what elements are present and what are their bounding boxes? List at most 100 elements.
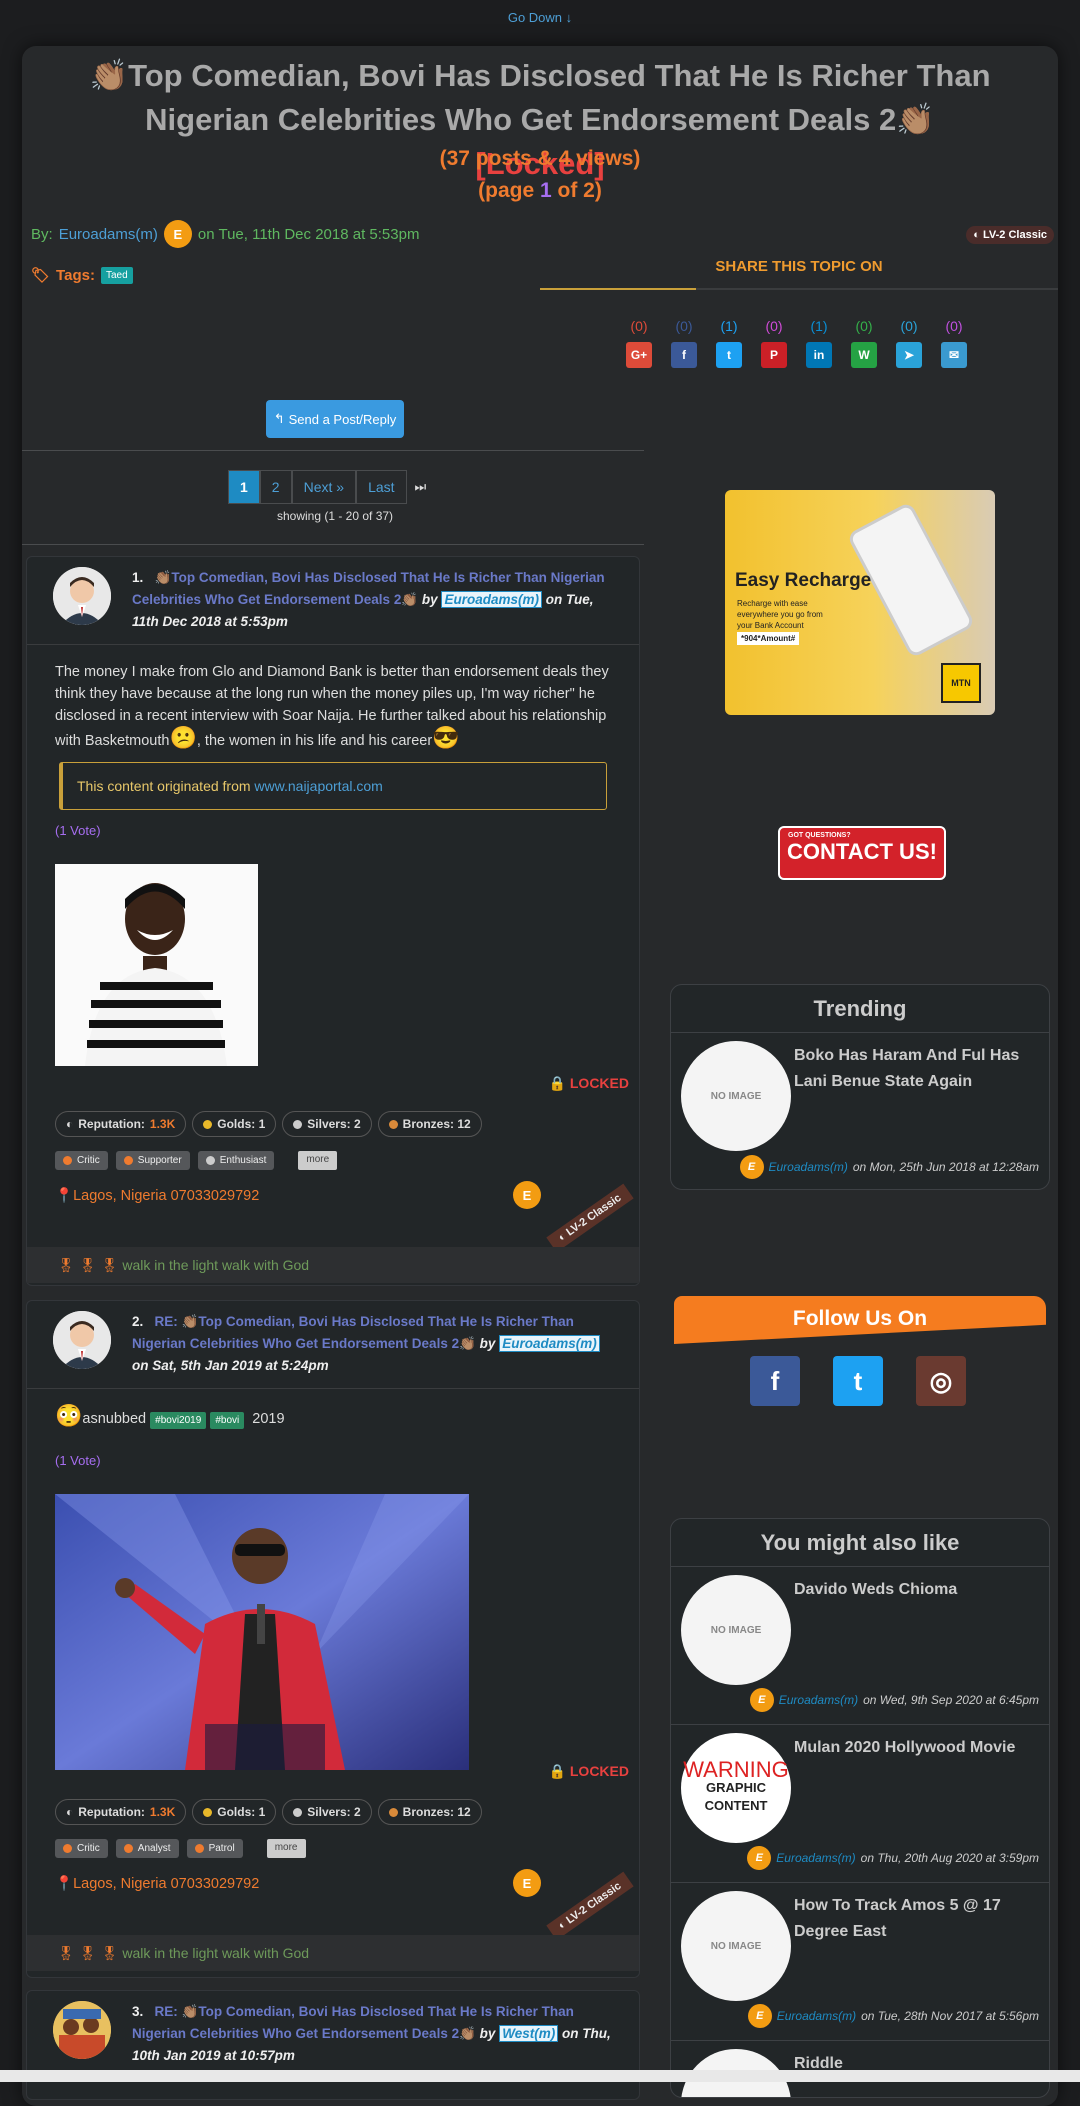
share-telegram[interactable]: (0) ➤ — [896, 318, 922, 368]
reputation-row: ◐ Reputation: 1.3K Golds: 1 Silvers: 2 Bro… — [55, 1111, 482, 1137]
user-avatar[interactable] — [53, 567, 111, 625]
emoji: 😕 — [169, 725, 197, 750]
widget-title: You might also like — [671, 1519, 1049, 1567]
last-page-button[interactable]: Last — [356, 470, 407, 504]
badges-row: Critic Analyst Patrol more — [55, 1839, 306, 1858]
contact-us-button[interactable]: GOT QUESTIONS? CONTACT US! — [778, 826, 946, 880]
location-pin-icon: 📍 — [55, 1876, 74, 1892]
related-item[interactable]: WARNING GRAPHIC CONTENT Mulan 2020 Holly… — [671, 1725, 1049, 1883]
next-page-button[interactable]: Next » — [291, 470, 357, 504]
post-body: The money I make from Glo and Diamond Ba… — [27, 645, 639, 1082]
locked-label: 🔒 LOCKED — [548, 1763, 629, 1779]
bronze-dot-icon — [388, 1807, 398, 1817]
showing-range: showing (1 - 20 of 37) — [276, 509, 394, 523]
post-title: 2. RE: 👏🏽Top Comedian, Bovi Has Disclose… — [132, 1311, 619, 1377]
shield-icon: ◐ — [66, 1805, 74, 1819]
google-plus-icon[interactable]: G+ — [626, 342, 652, 368]
avatar[interactable]: E — [747, 1846, 772, 1870]
author-link[interactable]: Euroadams(m) — [59, 226, 158, 243]
tags-icon: 🏷 — [31, 267, 51, 284]
medal-icon: 🎖 — [100, 1256, 119, 1273]
medal-icon: 🎖 — [57, 1256, 75, 1273]
facebook-icon[interactable]: f — [750, 1356, 800, 1406]
trending-item[interactable]: NO IMAGE Boko Has Haram And Ful Has Lani… — [671, 1033, 1049, 1189]
related-item[interactable]: NO IMAGE Davido Weds Chioma E Euroadams(… — [671, 1567, 1049, 1725]
linkedin-icon[interactable]: in — [806, 342, 832, 368]
share-count: (0) — [945, 318, 963, 334]
social-links: f t ◎ — [750, 1356, 966, 1406]
twitter-icon[interactable]: t — [833, 1356, 883, 1406]
go-down-link[interactable]: Go Down ↓ — [0, 10, 1080, 25]
share-twitter[interactable]: (1) t — [716, 318, 742, 368]
related-item-title[interactable]: Mulan 2020 Hollywood Movie — [794, 1735, 1039, 1761]
send-reply-button[interactable]: ↰ Send a Post/Reply — [266, 400, 404, 438]
related-item-title[interactable]: Davido Weds Chioma — [794, 1577, 1039, 1603]
post-3: 3. RE: 👏🏽Top Comedian, Bovi Has Disclose… — [26, 1990, 640, 2100]
share-email[interactable]: (0) ✉ — [941, 318, 967, 368]
facebook-icon[interactable]: f — [671, 342, 697, 368]
related-item[interactable]: NO IMAGE How To Track Amos 5 @ 17 Degree… — [671, 1883, 1049, 2041]
topic-byline: By: Euroadams(m) E on Tue, 11th Dec 2018… — [31, 220, 419, 248]
share-facebook[interactable]: (0) f — [671, 318, 697, 368]
gold-dot-icon — [203, 1807, 213, 1817]
tag-chip[interactable]: Taed — [100, 266, 133, 284]
share-count: (0) — [630, 318, 648, 334]
reputation-chip: ◐ Reputation: 1.3K — [55, 1111, 187, 1137]
post-author[interactable]: Euroadams(m) — [441, 591, 542, 608]
avatar[interactable]: E — [749, 1688, 774, 1712]
vote-count[interactable]: (1 Vote) — [55, 820, 611, 842]
bronze-dot-icon — [388, 1119, 398, 1129]
instagram-icon[interactable]: ◎ — [916, 1356, 966, 1406]
skip-end-icon[interactable]: ⏭ — [415, 470, 427, 504]
divider — [22, 450, 644, 451]
share-linkedin[interactable]: (1) in — [806, 318, 832, 368]
post-image — [55, 864, 258, 1066]
whatsapp-icon[interactable]: W — [851, 342, 877, 368]
pinterest-icon[interactable]: P — [761, 342, 787, 368]
share-count: (1) — [810, 318, 828, 334]
post-body: 😳asnubbed #bovi2019 #bovi 2019 (1 Vote) — [27, 1389, 639, 1786]
share-whatsapp[interactable]: (0) W — [851, 318, 877, 368]
related-item-title[interactable]: How To Track Amos 5 @ 17 Degree East — [794, 1893, 1039, 1945]
badge: Analyst — [115, 1839, 179, 1858]
share-google-plus[interactable]: (0) G+ — [626, 318, 652, 368]
medal-icon: 🎖 — [78, 1944, 97, 1961]
twitter-icon[interactable]: t — [716, 342, 742, 368]
lock-icon: 🔒 — [548, 1763, 566, 1779]
avatar[interactable]: E — [513, 1181, 541, 1209]
more-badges-button[interactable]: more — [298, 1151, 338, 1170]
silvers-chip: Silvers: 2 — [282, 1111, 372, 1137]
recharge-ad-banner[interactable]: Easy Recharge Recharge with ease everywh… — [725, 490, 995, 715]
badge: Enthusiast — [197, 1151, 275, 1170]
clap-emoji: 👏🏽 — [896, 102, 935, 137]
vote-count[interactable]: (1 Vote) — [55, 1450, 611, 1472]
reply-icon: ↰ — [273, 411, 285, 426]
trending-item-meta: E Euroadams(m) on Mon, 25th Jun 2018 at … — [739, 1155, 1039, 1179]
post-author[interactable]: Euroadams(m) — [499, 1335, 600, 1352]
post-author[interactable]: West(m) — [499, 2025, 559, 2042]
hashtag[interactable]: #bovi — [210, 1412, 245, 1429]
hashtag[interactable]: #bovi2019 — [150, 1412, 207, 1429]
user-avatar[interactable] — [53, 1311, 111, 1369]
clap-emoji: 👏🏽 — [154, 570, 172, 585]
badges-row: Critic Supporter Enthusiast more — [55, 1151, 338, 1170]
mtn-logo: MTN — [941, 663, 981, 703]
email-icon[interactable]: ✉ — [941, 342, 967, 368]
trending-item-title[interactable]: Boko Has Haram And Ful Has Lani Benue St… — [794, 1043, 1039, 1095]
page-1-button[interactable]: 1 — [228, 470, 260, 504]
share-pinterest[interactable]: (0) P — [761, 318, 787, 368]
avatar[interactable]: E — [739, 1155, 764, 1179]
avatar[interactable]: E — [747, 2004, 772, 2028]
post-title: 1. 👏🏽Top Comedian, Bovi Has Disclosed Th… — [132, 570, 605, 629]
avatar[interactable]: E — [163, 220, 192, 248]
more-badges-button[interactable]: more — [266, 1839, 306, 1858]
telegram-icon[interactable]: ➤ — [896, 342, 922, 368]
user-location: 📍Lagos, Nigeria 07033029792 — [55, 1876, 260, 1892]
locked-label: 🔒 LOCKED — [548, 1075, 629, 1091]
page-2-button[interactable]: 2 — [259, 470, 292, 504]
share-count: (0) — [855, 318, 873, 334]
user-avatar[interactable] — [53, 2001, 111, 2059]
golds-chip: Golds: 1 — [192, 1799, 277, 1825]
source-link[interactable]: www.naijaportal.com — [254, 778, 382, 794]
avatar[interactable]: E — [513, 1869, 541, 1897]
